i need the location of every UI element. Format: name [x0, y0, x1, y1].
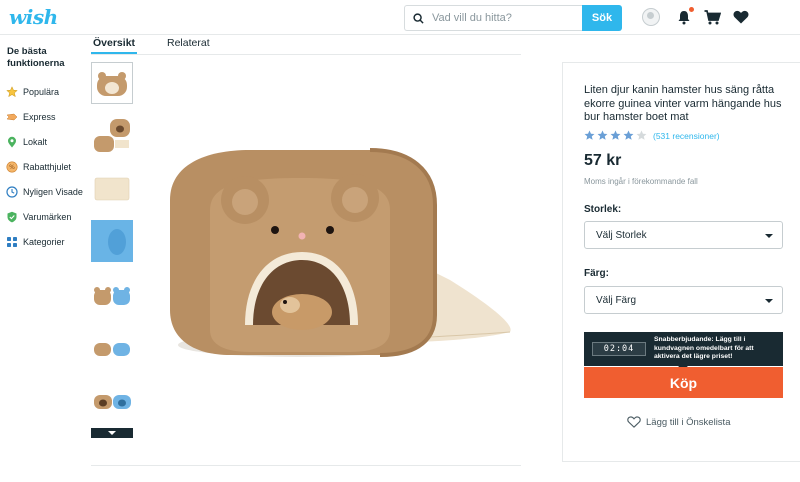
content-divider — [91, 465, 521, 466]
clock-icon — [6, 186, 18, 198]
heart-icon — [733, 10, 749, 24]
countdown-timer: 02:04 — [592, 342, 646, 356]
user-avatar[interactable] — [642, 8, 660, 26]
tab-related[interactable]: Relaterat — [167, 37, 210, 49]
star-filled-icon — [610, 130, 621, 140]
express-icon — [6, 111, 18, 123]
sidebar-item-express[interactable]: Express — [6, 109, 56, 125]
star-filled-icon — [597, 130, 608, 140]
search-button[interactable]: Sök — [582, 5, 622, 31]
star-filled-icon — [623, 130, 634, 140]
sidebar-title: De bästa funktionerna — [7, 46, 65, 69]
star-filled-icon — [584, 130, 595, 140]
sidebar: De bästa funktionerna Populära Express L… — [0, 35, 90, 482]
size-select[interactable]: Välj Storlek — [584, 221, 783, 249]
chevron-down-icon — [765, 299, 773, 303]
cart-icon — [704, 9, 721, 24]
search-bar: Sök — [404, 5, 622, 31]
rating[interactable]: (531 recensioner) — [584, 130, 720, 141]
svg-text:%: % — [9, 164, 15, 171]
color-label: Färg: — [584, 268, 609, 279]
thumbnail-scroll-down-button[interactable] — [91, 428, 133, 438]
wishlist-header-button[interactable] — [732, 8, 750, 26]
sidebar-item-coupon-wheel[interactable]: % Rabatthjulet — [6, 159, 71, 175]
sidebar-item-label: Kategorier — [23, 237, 65, 247]
coupon-wheel-icon: % — [6, 161, 18, 173]
tab-divider — [91, 54, 521, 55]
wish-logo[interactable]: wish — [9, 5, 58, 29]
bell-icon — [678, 10, 690, 24]
color-select-value: Välj Färg — [596, 294, 637, 306]
thumbnail-strip — [91, 62, 134, 438]
sidebar-item-local[interactable]: Lokalt — [6, 134, 47, 150]
active-tab-indicator — [91, 52, 137, 54]
notification-dot — [689, 7, 694, 12]
size-label: Storlek: — [584, 204, 622, 215]
thumbnail-1[interactable] — [91, 62, 133, 104]
heart-outline-icon — [627, 416, 641, 428]
thumbnail-5[interactable] — [91, 274, 133, 316]
shield-check-icon — [6, 211, 18, 223]
thumbnail-2[interactable] — [91, 114, 133, 156]
grid-icon — [6, 236, 18, 248]
product-title: Liten djur kanin hamster hus säng råtta … — [584, 84, 782, 123]
star-empty-icon — [636, 130, 647, 140]
search-input[interactable] — [432, 12, 572, 24]
buy-button[interactable]: Köp — [584, 367, 783, 398]
star-icon — [6, 86, 18, 98]
location-pin-icon — [6, 136, 18, 148]
chevron-down-icon — [765, 234, 773, 238]
thumbnail-3[interactable] — [91, 168, 133, 210]
wishlist-label: Lägg till i Önskelista — [646, 416, 731, 428]
reviews-link[interactable]: (531 recensioner) — [653, 131, 720, 141]
sidebar-item-label: Populära — [23, 87, 60, 97]
flash-deal-banner: 02:04 Snabberbjudande: Lägg till i kundv… — [584, 332, 783, 366]
notifications-button[interactable] — [675, 7, 694, 26]
add-to-wishlist-button[interactable]: Lägg till i Önskelista — [627, 416, 730, 428]
thumbnail-6[interactable] — [91, 327, 133, 369]
price: 57 kr — [584, 152, 622, 169]
tab-overview[interactable]: Översikt — [93, 37, 135, 49]
sidebar-item-label: Rabatthjulet — [23, 162, 72, 172]
cart-button[interactable] — [703, 8, 721, 26]
flash-deal-text: Snabberbjudande: Lägg till i kundvagnen … — [654, 336, 754, 361]
sidebar-item-popular[interactable]: Populära — [6, 84, 59, 100]
sidebar-item-categories[interactable]: Kategorier — [6, 234, 65, 250]
thumbnail-7[interactable] — [91, 380, 133, 422]
main-product-image[interactable] — [150, 140, 520, 370]
sidebar-item-brands[interactable]: Varumärken — [6, 209, 71, 225]
sidebar-item-label: Lokalt — [23, 137, 48, 147]
search-field[interactable] — [404, 5, 582, 31]
color-select[interactable]: Välj Färg — [584, 286, 783, 314]
search-icon — [413, 12, 424, 24]
sidebar-item-label: Express — [23, 112, 56, 122]
tax-note: Moms ingår i förekommande fall — [584, 177, 698, 186]
sidebar-item-recently-viewed[interactable]: Nyligen Visade — [6, 184, 83, 200]
top-header: wish Sök — [0, 0, 800, 35]
sidebar-item-label: Nyligen Visade — [23, 187, 83, 197]
size-select-value: Välj Storlek — [596, 229, 647, 241]
thumbnail-4[interactable] — [91, 220, 133, 262]
sidebar-item-label: Varumärken — [23, 212, 72, 222]
